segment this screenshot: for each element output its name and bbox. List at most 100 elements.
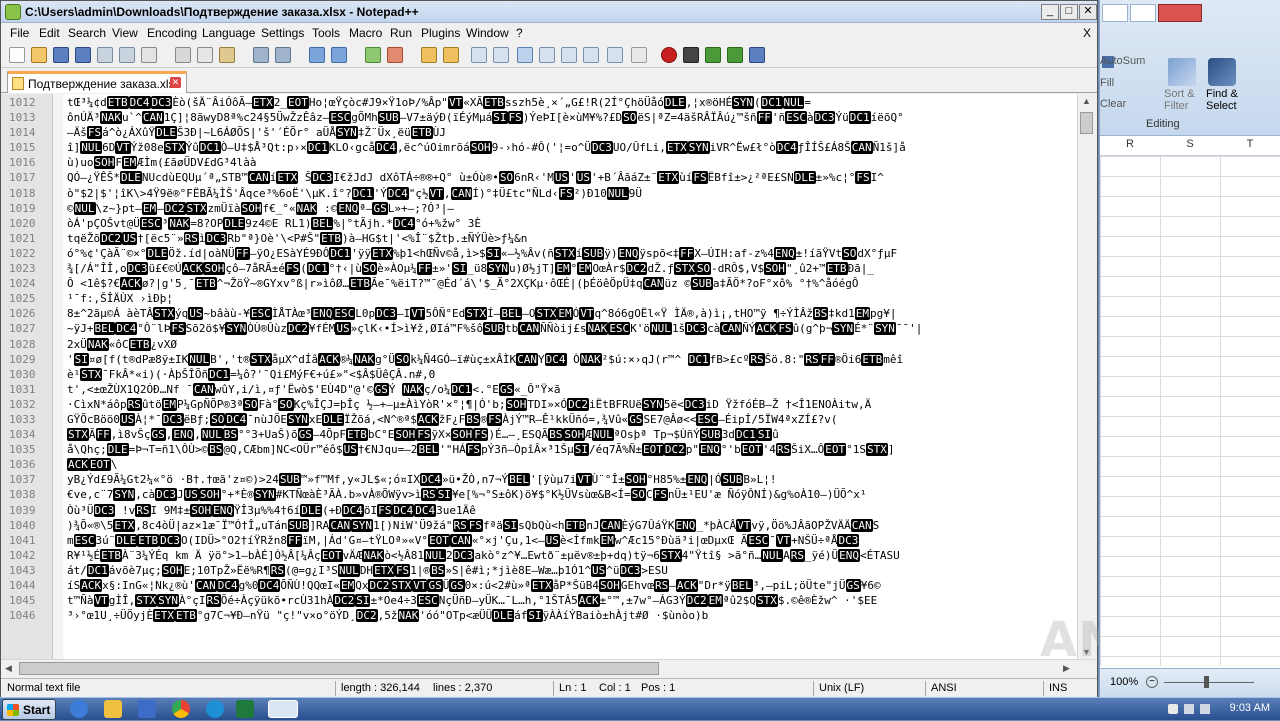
autosum-button[interactable]: AutoSum <box>1100 55 1145 67</box>
sync-horizontal-icon[interactable] <box>443 47 459 63</box>
horizontal-scrollbar[interactable]: ◀ ▶ <box>1 659 1095 677</box>
menu-file[interactable]: File <box>10 26 29 40</box>
cut-icon[interactable] <box>175 47 191 63</box>
menu-edit[interactable]: Edit <box>39 26 60 40</box>
editor-line[interactable]: 1013 ônÚÄ³NAKu`^CAN1Ç]¦8ãwyD8ª%c24§5ÜwŽzÊ… <box>1 111 1077 126</box>
column-header[interactable]: R <box>1100 138 1160 155</box>
editor-line[interactable]: 1025 ¹¯f:,ŠÎÄÙX ›ìÐþ¦ <box>1 292 1077 307</box>
taskbar-clock[interactable]: 9:03 AM <box>1230 702 1270 714</box>
menu-encoding[interactable]: Encoding <box>147 26 197 40</box>
run-macro-multiple-icon[interactable] <box>727 47 743 63</box>
minimize-button[interactable]: _ <box>1041 4 1059 20</box>
menu-tools[interactable]: Tools <box>312 26 340 40</box>
zoom-out-icon[interactable]: − <box>1146 676 1158 688</box>
editor-line[interactable]: 1032 ·CìxN*áôpRSûtöEMP¼GpÑÕP®3ªSOFà°SOKç%… <box>1 397 1077 413</box>
menu-plugins[interactable]: Plugins <box>421 26 460 40</box>
menu-view[interactable]: View <box>112 26 138 40</box>
menu-help[interactable]: ? <box>516 26 523 40</box>
menu-language[interactable]: Language <box>202 26 255 40</box>
file-explorer-icon[interactable] <box>104 700 122 718</box>
editor-line[interactable]: 1012 tŒ³¼¢dETB DC4 DC3Èò(šÄ¨ÂiÓôÃ–ETX2_EOTH… <box>1 96 1077 111</box>
status-eol[interactable]: Unix (LF) <box>819 682 864 694</box>
editor-line[interactable]: 1037 yB¿Ýd£9Ã¼Gt2¼«°ö ·B†.†œã'z¤©)>24SUB™… <box>1 473 1077 488</box>
editor-line[interactable]: 1029 'SI¤ø[f(t®dPæ8ÿ±IKNULB','t®STXåµX^dÍ… <box>1 352 1077 368</box>
open-file-icon[interactable] <box>31 47 47 63</box>
status-insert-mode[interactable]: INS <box>1049 682 1067 694</box>
editor-line[interactable]: 1027 ~ÿJ+BEL DC4°Ô¨lÞFSSõ2ö$¥SYNÒÙ®ÛùzDC2¥… <box>1 322 1077 337</box>
text-editor[interactable]: 1012 tŒ³¼¢dETB DC4 DC3Èò(šÄ¨ÂiÓôÃ–ETX2_EOTH… <box>1 94 1077 659</box>
zoom-slider[interactable] <box>1164 682 1254 683</box>
user-lang-icon[interactable] <box>539 47 555 63</box>
fill-button[interactable]: Fill <box>1100 77 1114 89</box>
menu-run[interactable]: Run <box>390 26 412 40</box>
playback-macro-icon[interactable] <box>705 47 721 63</box>
zoom-level[interactable]: 100% <box>1110 676 1138 688</box>
excel-minimize-icon[interactable] <box>1102 4 1128 22</box>
folder-workspace-icon[interactable] <box>607 47 623 63</box>
editor-line[interactable]: 1045 t™ÑàVTgÌÎ,STX SYNÀ°çIRSÕé÷Àçÿükõ•rcÙ3… <box>1 594 1077 609</box>
start-button[interactable]: Start <box>2 699 56 720</box>
column-header[interactable]: S <box>1160 138 1220 155</box>
menu-close-document[interactable]: X <box>1083 26 1091 40</box>
function-list-icon[interactable] <box>583 47 599 63</box>
editor-line[interactable]: 1038 €ve,c¨7SYN,càDC3JUS SOH°+*È®SYN#KTÑœà… <box>1 488 1077 503</box>
show-all-chars-icon[interactable] <box>493 47 509 63</box>
editor-line[interactable]: 1028 2xÜNAK«ôCETB¿vXØ <box>1 337 1077 353</box>
clear-button[interactable]: Clear <box>1100 98 1126 110</box>
replace-icon[interactable] <box>331 47 347 63</box>
excel-restore-icon[interactable] <box>1130 4 1156 22</box>
menu-settings[interactable]: Settings <box>261 26 304 40</box>
flag-tray-icon[interactable] <box>1168 704 1178 714</box>
scroll-up-icon[interactable]: ▲ <box>1082 96 1091 106</box>
indent-guide-icon[interactable] <box>517 47 533 63</box>
sort-filter-label-2[interactable]: Filter <box>1164 100 1188 112</box>
editor-line[interactable]: 1046 ³›°œ1U¸÷ÜÖyjÈETX ETB°g7C¬¥Ð—nŸü "ç!"v… <box>1 609 1077 624</box>
stop-recording-icon[interactable] <box>683 47 699 63</box>
excel-taskbar-icon[interactable] <box>236 700 254 718</box>
internet-explorer-icon[interactable] <box>70 700 88 718</box>
doc-map-icon[interactable] <box>561 47 577 63</box>
column-header[interactable]: T <box>1220 138 1280 155</box>
monitoring-icon[interactable] <box>631 47 647 63</box>
editor-line[interactable]: 1035 å\Qhç;DLE=Þ¬T=ñ1\ÔÙ>©BS@Q,CÆbm]NC<OÜ… <box>1 443 1077 458</box>
menu-window[interactable]: Window <box>466 26 509 40</box>
editor-line[interactable]: 1017 QÓ—¿ŸÊŠ*DLENUcdùEQUµ´ª„STB™CANíETX Š… <box>1 171 1077 186</box>
volume-tray-icon[interactable] <box>1200 704 1210 714</box>
editor-line[interactable]: 1015 î]NUL6DVTÝž08eSTXÝûDC1Ò—U‡$Å³Qt:p›×D… <box>1 141 1077 156</box>
editor-line[interactable]: 1033 GŸÕcBöö0USÀ¦*¯DC3ëBƒ;SO DC4¯nùJÖESYNx… <box>1 412 1077 428</box>
edge-icon[interactable] <box>206 700 224 718</box>
editor-line[interactable]: 1026 8±^2ãµ©Á àèTÂSTXýqUS~bâàù-¥ESCÌÅTÀœ³… <box>1 307 1077 322</box>
editor-line[interactable]: 1041 mESC3ú¨DLE ETB DC3O(IDÜ>°O2†íŸRžn8FFïM… <box>1 533 1077 549</box>
menu-macro[interactable]: Macro <box>349 26 382 40</box>
editor-line[interactable]: 1043 át/DC1ávõè7µç;SOHE;10TpŽ»Ëë%R¶RS(@=g… <box>1 563 1077 579</box>
undo-icon[interactable] <box>253 47 269 63</box>
zoom-in-icon[interactable] <box>365 47 381 63</box>
editor-line[interactable]: 1020 òÁ'pÇOŠvt@ÜESC³NAK=8?OPDLE9z4©E RL1)… <box>1 216 1077 232</box>
editor-line[interactable]: 1016 ù)uoSOHFEMÆÌm(£ãøÜDV£dG³4làà <box>1 156 1077 171</box>
editor-line[interactable]: 1023 ¾[/Á"ÎÎ,oDC3ü£€©ÚACK SOHçô—7åRÃ±éFS(D… <box>1 262 1077 277</box>
menu-search[interactable]: Search <box>68 26 106 40</box>
find-select-label-1[interactable]: Find & <box>1206 88 1238 100</box>
editor-line[interactable]: 1034 STXÃFF,ì8vŠçGS,ENQ,NUL BS°°3+UaŠ)õGS—… <box>1 428 1077 443</box>
status-encoding[interactable]: ANSI <box>931 682 957 694</box>
close-button[interactable]: ✕ <box>1079 4 1097 20</box>
save-macro-icon[interactable] <box>749 47 765 63</box>
vertical-scrollbar[interactable]: ▲ ▼ <box>1077 94 1095 659</box>
excel-close-icon[interactable] <box>1158 4 1202 22</box>
editor-line[interactable]: 1030 è¹STX¯FkÂ*«i)(·ÀþŠÎÕñDC1=¼ô?'¯Qi£MýF… <box>1 367 1077 383</box>
word-wrap-icon[interactable] <box>471 47 487 63</box>
editor-line[interactable]: 1039 Òù³ÜDC3 !vRSI 9M‡±SOH ENQŸÎ3µ%%4†6íDL… <box>1 503 1077 519</box>
editor-line[interactable]: 1014 –ÄšFSá^ò¿ÁXûŸDLEŠ3Ð|~L6ÁØÕS|'š'´ÉÕr°… <box>1 126 1077 141</box>
media-player-icon[interactable] <box>138 700 156 718</box>
close-all-icon[interactable] <box>119 47 135 63</box>
new-file-icon[interactable] <box>9 47 25 63</box>
editor-line[interactable]: 1021 tqëŽõDC2 US†[ëc5¨»RSìDC3Rb"ª}Oè'\<P#Š… <box>1 231 1077 247</box>
zoom-slider-thumb[interactable] <box>1204 676 1209 688</box>
sort-filter-label-1[interactable]: Sort & <box>1164 88 1195 100</box>
copy-icon[interactable] <box>197 47 213 63</box>
save-all-icon[interactable] <box>75 47 91 63</box>
paste-icon[interactable] <box>219 47 235 63</box>
save-icon[interactable] <box>53 47 69 63</box>
editor-line[interactable]: 1018 ò"$2|$'¦îK\>4Ÿ9ë®°FËBÃ¼ÌŠ'Âqce³%6oË'… <box>1 186 1077 202</box>
find-icon[interactable] <box>309 47 325 63</box>
